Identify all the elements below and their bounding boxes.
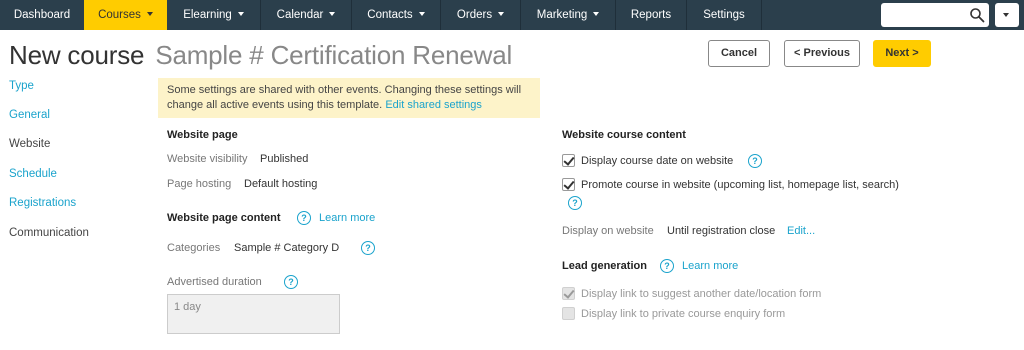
website-page-content-heading: Website page content (167, 212, 281, 224)
help-icon[interactable]: ? (568, 196, 582, 210)
help-icon[interactable]: ? (748, 154, 762, 168)
sidebar-item-type[interactable]: Type (9, 80, 34, 92)
page-title-course-name: Sample # Certification Renewal (155, 40, 513, 70)
page-hosting-value: Default hosting (244, 178, 318, 190)
nav-contacts[interactable]: Contacts (352, 0, 440, 30)
sidebar-item-registrations[interactable]: Registrations (9, 197, 76, 209)
help-icon[interactable]: ? (297, 211, 311, 225)
learn-more-link[interactable]: Learn more (319, 212, 375, 224)
edit-shared-settings-link[interactable]: Edit shared settings (385, 99, 482, 111)
chevron-down-icon (593, 12, 600, 16)
display-on-website-value: Until registration close (667, 225, 776, 237)
website-course-content-heading: Website course content (562, 129, 686, 141)
categories-label: Categories (167, 242, 221, 254)
nav-reports-label: Reports (630, 9, 672, 21)
sidebar-item-general[interactable]: General (9, 109, 50, 121)
page-hosting-label: Page hosting (167, 178, 232, 190)
lead-generation-heading: Lead generation (562, 260, 647, 272)
promote-course-checkbox[interactable] (562, 178, 575, 191)
display-on-website-label: Display on website (562, 225, 654, 237)
nav-orders[interactable]: Orders (441, 0, 520, 30)
search-input[interactable] (881, 3, 989, 27)
nav-settings[interactable]: Settings (687, 0, 761, 30)
advertised-duration-label: Advertised duration (167, 276, 262, 288)
chevron-down-icon (237, 12, 244, 16)
search-options-dropdown[interactable] (995, 3, 1019, 27)
edit-display-link[interactable]: Edit... (787, 225, 815, 237)
help-icon[interactable]: ? (660, 259, 674, 273)
website-visibility-value: Published (260, 153, 309, 165)
sidebar-item-communication[interactable]: Communication (9, 227, 89, 239)
nav-reports[interactable]: Reports (616, 0, 686, 30)
website-page-heading: Website page (167, 129, 238, 141)
lead-generation-learn-more-link[interactable]: Learn more (682, 260, 738, 272)
chevron-down-icon (146, 12, 153, 16)
private-enquiry-checkbox (562, 307, 575, 320)
chevron-down-icon (418, 12, 425, 16)
previous-button[interactable]: < Previous (784, 40, 860, 67)
display-course-date-checkbox[interactable] (562, 154, 575, 167)
suggest-date-label: Display link to suggest another date/loc… (581, 288, 822, 300)
next-button[interactable]: Next > (873, 40, 931, 67)
nav-marketing-label: Marketing (536, 9, 588, 21)
advertised-duration-field[interactable]: 1 day (167, 294, 340, 334)
cancel-button[interactable]: Cancel (708, 40, 770, 67)
private-enquiry-label: Display link to private course enquiry f… (581, 308, 786, 320)
promote-course-label: Promote course in website (upcoming list… (581, 179, 899, 191)
nav-elearning[interactable]: Elearning (167, 0, 260, 30)
nav-calendar-label: Calendar (276, 9, 324, 21)
search-icon[interactable] (969, 7, 985, 23)
nav-marketing[interactable]: Marketing (521, 0, 615, 30)
shared-settings-notice: Some settings are shared with other even… (158, 78, 540, 118)
nav-divider (761, 0, 762, 30)
top-navigation: Dashboard Courses Elearning Calendar Con… (0, 0, 1024, 30)
nav-dashboard-label: Dashboard (13, 9, 71, 21)
nav-settings-label: Settings (703, 9, 745, 21)
display-course-date-label: Display course date on website (581, 155, 734, 167)
categories-value: Sample # Category D (234, 242, 340, 254)
nav-orders-label: Orders (456, 9, 493, 21)
page-title-main: New course (9, 40, 145, 70)
nav-courses[interactable]: Courses (84, 0, 167, 30)
website-visibility-label: Website visibility (167, 153, 248, 165)
nav-contacts-label: Contacts (367, 9, 413, 21)
chevron-down-icon (329, 12, 336, 16)
sidebar-item-website: Website (9, 138, 51, 150)
nav-courses-label: Courses (98, 9, 141, 21)
sidebar-item-schedule[interactable]: Schedule (9, 168, 57, 180)
chevron-down-icon (498, 12, 505, 16)
page-title: New course Sample # Certification Renewa… (9, 40, 512, 71)
nav-calendar[interactable]: Calendar (261, 0, 351, 30)
help-icon[interactable]: ? (361, 241, 375, 255)
help-icon[interactable]: ? (284, 275, 298, 289)
suggest-date-checkbox (562, 287, 575, 300)
chevron-down-icon (1003, 13, 1009, 17)
nav-elearning-label: Elearning (183, 9, 232, 21)
nav-dashboard[interactable]: Dashboard (0, 0, 84, 30)
